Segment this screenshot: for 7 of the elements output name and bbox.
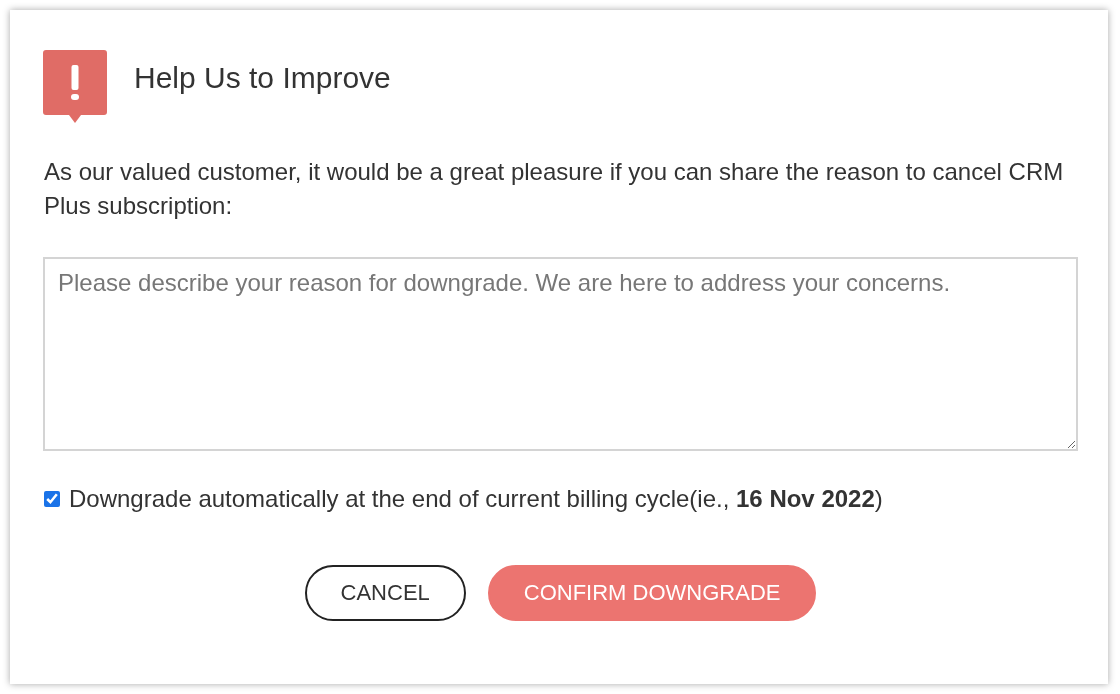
auto-downgrade-checkbox[interactable] [44,491,60,507]
cancel-button[interactable]: CANCEL [304,565,466,621]
dialog-message: As our valued customer, it would be a great pleasure if you can share the reason to cancel CRM Plus subscription: [44,157,1065,221]
alert-icon [43,50,107,123]
reason-field[interactable]: Please describe your reason for downgrade. We are here to address your concerns. [43,257,1078,451]
dialog-title: Help Us to Improve [134,61,391,95]
auto-downgrade-label: Downgrade automatically at the end of current billing cycle(ie., 16 Nov 2022) [69,485,883,513]
